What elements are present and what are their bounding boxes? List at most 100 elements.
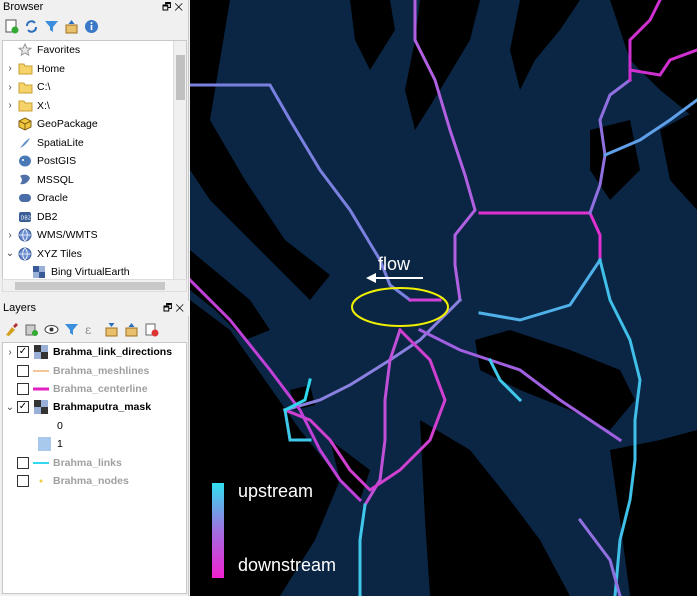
layer-visibility-checkbox[interactable] (17, 382, 29, 395)
line-magenta-symbol-icon (33, 383, 49, 395)
layer-item[interactable]: Brahma_nodes (3, 472, 186, 490)
spatialite-icon (17, 136, 33, 150)
browser-item[interactable]: GeoPackage (3, 115, 186, 134)
collapse-icon[interactable] (63, 18, 80, 35)
filter-layer-icon[interactable] (63, 321, 80, 338)
browser-item[interactable]: › C:\ (3, 78, 186, 97)
none-symbol-icon (37, 420, 53, 432)
postgis-icon (17, 154, 33, 168)
globe-icon (17, 228, 33, 242)
browser-item-label: C:\ (37, 81, 51, 94)
layer-visibility-checkbox[interactable] (17, 456, 29, 469)
browser-item-label: PostGIS (37, 155, 77, 168)
svg-text:ε: ε (85, 323, 91, 337)
layer-name: 1 (57, 438, 63, 451)
line-cyan-symbol-icon (33, 457, 49, 469)
browser-tree[interactable]: Favorites › Home › C:\ › X:\ GeoPackage SpatiaLi… (2, 40, 187, 280)
style-icon[interactable] (3, 321, 20, 338)
left-panel: Browser 🗗✕ Favorites › Home › C:\ › X:\ GeoPack… (0, 0, 189, 596)
line-orange-symbol-icon (33, 365, 49, 377)
expand-arrow-icon[interactable]: › (3, 347, 17, 358)
expand-arrow-icon[interactable]: › (3, 63, 17, 74)
layers-toolbar: ε (0, 318, 189, 340)
info-icon[interactable] (83, 18, 100, 35)
layer-name: Brahma_links (53, 456, 122, 469)
tile-icon (31, 265, 47, 279)
expand-arrow-icon[interactable]: ⌄ (3, 402, 17, 413)
layer-item[interactable]: › ✓ Brahma_link_directions (3, 343, 186, 361)
add-group-icon[interactable] (23, 321, 40, 338)
browser-item-label: SpatiaLite (37, 136, 84, 149)
layer-item[interactable]: Brahma_centerline (3, 380, 186, 398)
folder-icon (17, 62, 33, 76)
layer-visibility-checkbox[interactable] (17, 474, 29, 487)
map-canvas[interactable]: flow upstream downstream (190, 0, 697, 596)
browser-item[interactable]: PostGIS (3, 152, 186, 171)
raster-symbol-icon (33, 400, 49, 415)
legend-downstream-label: downstream (238, 555, 337, 575)
browser-item-label: X:\ (37, 99, 50, 112)
browser-item[interactable]: SpatiaLite (3, 134, 186, 153)
expand-arrow-icon[interactable]: ⌄ (3, 248, 17, 259)
remove-layer-icon[interactable] (143, 321, 160, 338)
flow-label: flow (378, 254, 411, 274)
layers-tree[interactable]: › ✓ Brahma_link_directions Brahma_meshlines… (2, 342, 187, 594)
add-layer-icon[interactable] (3, 18, 20, 35)
layer-visibility-checkbox[interactable]: ✓ (17, 401, 29, 414)
layer-name: 0 (57, 419, 63, 432)
browser-item[interactable]: Favorites (3, 41, 186, 60)
browser-item-label: WMS/WMTS (37, 229, 98, 242)
dot-yellow-symbol-icon (33, 475, 49, 487)
layer-item[interactable]: Brahma_links (3, 453, 186, 471)
layer-name: Brahma_nodes (53, 474, 129, 487)
db2-icon: DB2 (17, 210, 33, 224)
collapse-all-icon[interactable] (123, 321, 140, 338)
refresh-icon[interactable] (23, 18, 40, 35)
geopackage-icon (17, 117, 33, 131)
browser-item-label: DB2 (37, 210, 58, 223)
star-icon (17, 43, 33, 57)
browser-item[interactable]: DB2 DB2 (3, 208, 186, 227)
folder-icon (17, 99, 33, 113)
browser-item-label: MSSQL (37, 173, 74, 186)
filter-icon[interactable] (43, 18, 60, 35)
layer-item[interactable]: ⌄ ✓ Brahmaputra_mask (3, 398, 186, 416)
browser-title: Browser (3, 1, 44, 13)
layer-visibility-checkbox[interactable]: ✓ (17, 346, 29, 359)
oracle-icon (17, 191, 33, 205)
expand-arrow-icon[interactable]: › (3, 82, 17, 93)
browser-item[interactable]: MSSQL (3, 171, 186, 190)
swatch-blue-symbol-icon (37, 437, 53, 452)
expand-arrow-icon[interactable]: › (3, 100, 17, 111)
browser-item[interactable]: › X:\ (3, 97, 186, 116)
layer-item[interactable]: Brahma_meshlines (3, 361, 186, 379)
mssql-icon (17, 173, 33, 187)
layers-title: Layers (3, 302, 37, 314)
expand-arrow-icon[interactable]: › (3, 230, 17, 241)
expand-all-icon[interactable] (103, 321, 120, 338)
folder-icon (17, 80, 33, 94)
panel-controls[interactable]: 🗗✕ (163, 301, 187, 316)
layers-panel-title: Layers 🗗✕ (0, 301, 189, 316)
browser-item-label: Home (37, 62, 66, 75)
browser-panel-title: Browser 🗗✕ (0, 0, 188, 15)
browser-item[interactable]: ⌄ XYZ Tiles (3, 245, 186, 264)
globe-icon (17, 247, 33, 261)
browser-item-label: XYZ Tiles (37, 247, 82, 260)
horizontal-scrollbar[interactable] (2, 279, 187, 292)
panel-controls[interactable]: 🗗✕ (162, 0, 186, 15)
map-svg (190, 0, 697, 596)
browser-item-label: Favorites (37, 44, 81, 57)
layer-item[interactable]: 0 (3, 417, 186, 435)
expression-icon[interactable]: ε (83, 321, 100, 338)
browser-item[interactable]: Bing VirtualEarth (3, 263, 186, 279)
layer-item[interactable]: 1 (3, 435, 186, 453)
browser-item[interactable]: › Home (3, 60, 186, 79)
vertical-scrollbar[interactable] (173, 41, 186, 279)
legend-gradient-bar (212, 483, 224, 578)
visibility-icon[interactable] (43, 321, 60, 338)
browser-item[interactable]: Oracle (3, 189, 186, 208)
browser-item[interactable]: › WMS/WMTS (3, 226, 186, 245)
browser-item-label: Oracle (37, 192, 68, 205)
layer-visibility-checkbox[interactable] (17, 364, 29, 377)
